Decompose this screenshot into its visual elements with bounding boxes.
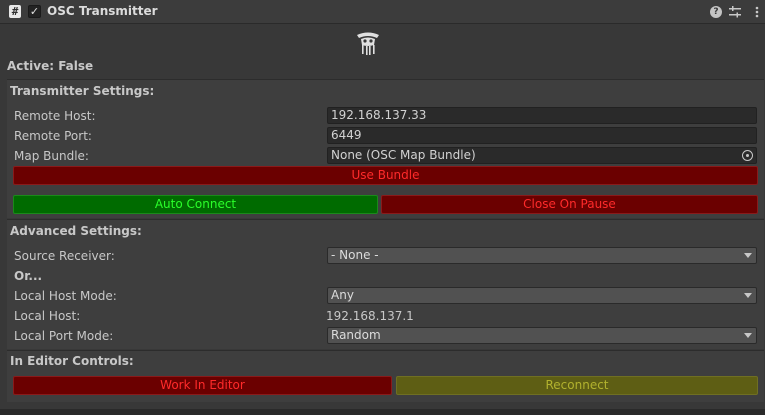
advanced-settings-heading: Advanced Settings: [10,224,142,238]
component-title: OSC Transmitter [47,4,158,18]
local-host-value: 192.168.137.1 [326,309,414,323]
source-receiver-value: - None - [331,248,379,262]
local-host-mode-dropdown[interactable]: Any [327,287,757,304]
remote-port-input[interactable]: 6449 [327,127,757,144]
chevron-down-icon [744,333,752,338]
map-bundle-label: Map Bundle: [14,149,89,163]
preset-icon[interactable] [729,6,741,18]
local-host-mode-value: Any [331,288,354,302]
local-host-mode-label: Local Host Mode: [14,289,117,303]
script-icon: # [9,5,21,18]
transmitter-settings-heading: Transmitter Settings: [10,84,155,98]
source-receiver-label: Source Receiver: [14,249,115,263]
remote-host-label: Remote Host: [14,109,96,123]
map-bundle-object-field[interactable]: None (OSC Map Bundle) [327,147,757,164]
help-icon[interactable]: ? [710,6,722,18]
or-label: Or... [14,269,43,283]
auto-connect-button[interactable]: Auto Connect [13,195,378,214]
source-receiver-dropdown[interactable]: - None - [327,247,757,264]
osc-logo-icon [354,30,382,56]
active-status: Active: False [7,59,94,73]
work-in-editor-button[interactable]: Work In Editor [13,376,392,395]
local-host-label: Local Host: [14,309,81,323]
editor-controls-heading: In Editor Controls: [10,354,134,368]
more-options-icon[interactable] [751,6,763,18]
chevron-down-icon [744,253,752,258]
panel-bottom-border [0,409,765,415]
reconnect-button[interactable]: Reconnect [396,376,758,395]
local-port-mode-dropdown[interactable]: Random [327,327,757,344]
use-bundle-button[interactable]: Use Bundle [13,166,758,185]
local-port-mode-value: Random [331,328,381,342]
map-bundle-value: None (OSC Map Bundle) [331,148,476,162]
close-on-pause-button[interactable]: Close On Pause [381,195,758,214]
object-picker-icon[interactable] [742,150,753,161]
remote-host-input[interactable]: 192.168.137.33 [327,107,757,124]
component-enabled-checkbox[interactable]: ✓ [28,5,41,18]
remote-port-label: Remote Port: [14,129,92,143]
component-header: # ✓ OSC Transmitter ? [0,0,765,24]
chevron-down-icon [744,293,752,298]
local-port-mode-label: Local Port Mode: [14,329,114,343]
